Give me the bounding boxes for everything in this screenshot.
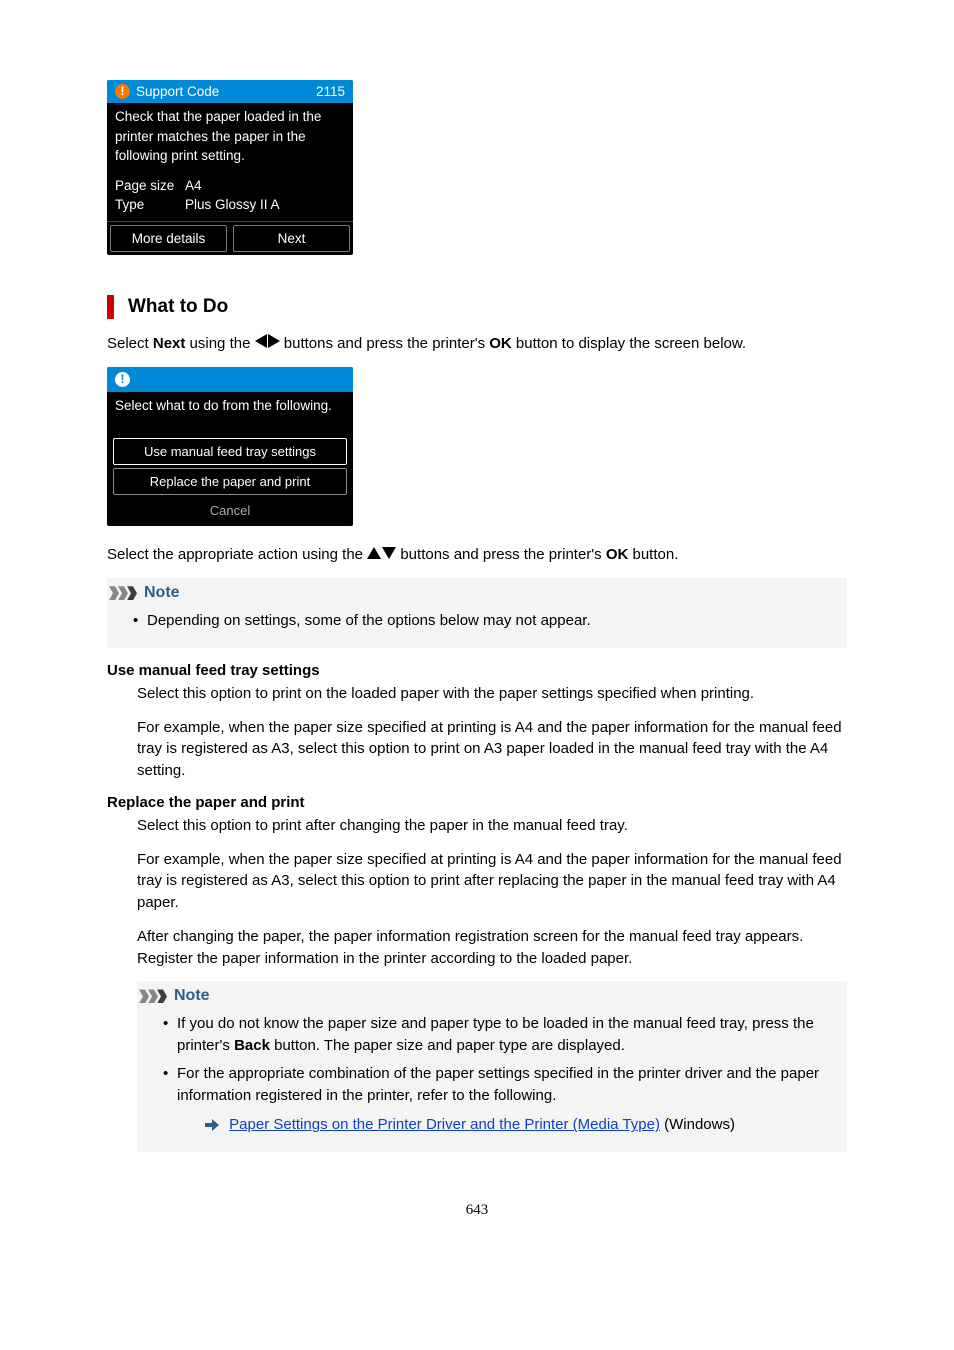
lcd-option-replace-paper: Replace the paper and print [113, 468, 347, 495]
lcd-next-button: Next [233, 225, 350, 252]
lcd-header-label: Support Code [136, 84, 219, 99]
lcd-pagesize-label: Page size [115, 176, 185, 196]
page-number: 643 [107, 1202, 847, 1219]
lcd-header: ! Support Code 2115 [107, 80, 353, 103]
note-label: Note [144, 584, 180, 602]
section-heading: What to Do [107, 295, 847, 319]
link-paper-settings[interactable]: Paper Settings on the Printer Driver and… [229, 1116, 660, 1133]
def-replace-paper-p1: Select this option to print after changi… [137, 815, 847, 837]
instruction-select-action: Select the appropriate action using the … [107, 544, 847, 566]
lcd-support-code: 2115 [316, 84, 345, 99]
note-label: Note [174, 987, 210, 1005]
printer-lcd-select-action: ! Select what to do from the following. … [107, 367, 353, 527]
term-replace-paper: Replace the paper and print [107, 794, 847, 811]
note2-item2: For the appropriate combination of the p… [163, 1063, 833, 1136]
lcd2-header: ! [107, 367, 353, 392]
lcd-type-label: Type [115, 195, 185, 215]
lcd-type-value: Plus Glossy II A [185, 195, 280, 215]
up-down-arrow-icon [367, 544, 396, 566]
note-box-2: Note If you do not know the paper size a… [137, 981, 847, 1152]
note-chevrons-icon [109, 586, 136, 600]
lcd-option-cancel: Cancel [113, 498, 347, 523]
def-manual-feed-p1: Select this option to print on the loade… [137, 683, 847, 705]
lcd-more-details-button: More details [110, 225, 227, 252]
lcd-pagesize-value: A4 [185, 176, 202, 196]
note2-item1: If you do not know the paper size and pa… [163, 1013, 833, 1057]
note-chevrons-icon [139, 989, 166, 1003]
note-box-1: Note Depending on settings, some of the … [107, 578, 847, 648]
link-arrow-icon [205, 1119, 219, 1131]
note1-item: Depending on settings, some of the optio… [133, 610, 833, 632]
lcd-option-manual-feed: Use manual feed tray settings [113, 438, 347, 465]
section-title: What to Do [128, 296, 228, 318]
def-replace-paper-p3: After changing the paper, the paper info… [137, 926, 847, 970]
term-manual-feed: Use manual feed tray settings [107, 662, 847, 679]
def-manual-feed-p2: For example, when the paper size specifi… [137, 717, 847, 782]
def-replace-paper-p2: For example, when the paper size specifi… [137, 849, 847, 914]
printer-lcd-support-code: ! Support Code 2115 Check that the paper… [107, 80, 353, 255]
info-icon: ! [115, 372, 130, 387]
instruction-select-next: Select Next using the buttons and press … [107, 333, 847, 355]
left-right-arrow-icon [255, 333, 280, 355]
lcd2-message: Select what to do from the following. [115, 396, 345, 416]
lcd-message: Check that the paper loaded in the print… [115, 107, 345, 166]
note-heading-2: Note [137, 981, 847, 1007]
section-accent-bar [107, 295, 114, 319]
note-heading: Note [107, 578, 847, 604]
warning-icon: ! [115, 84, 130, 99]
